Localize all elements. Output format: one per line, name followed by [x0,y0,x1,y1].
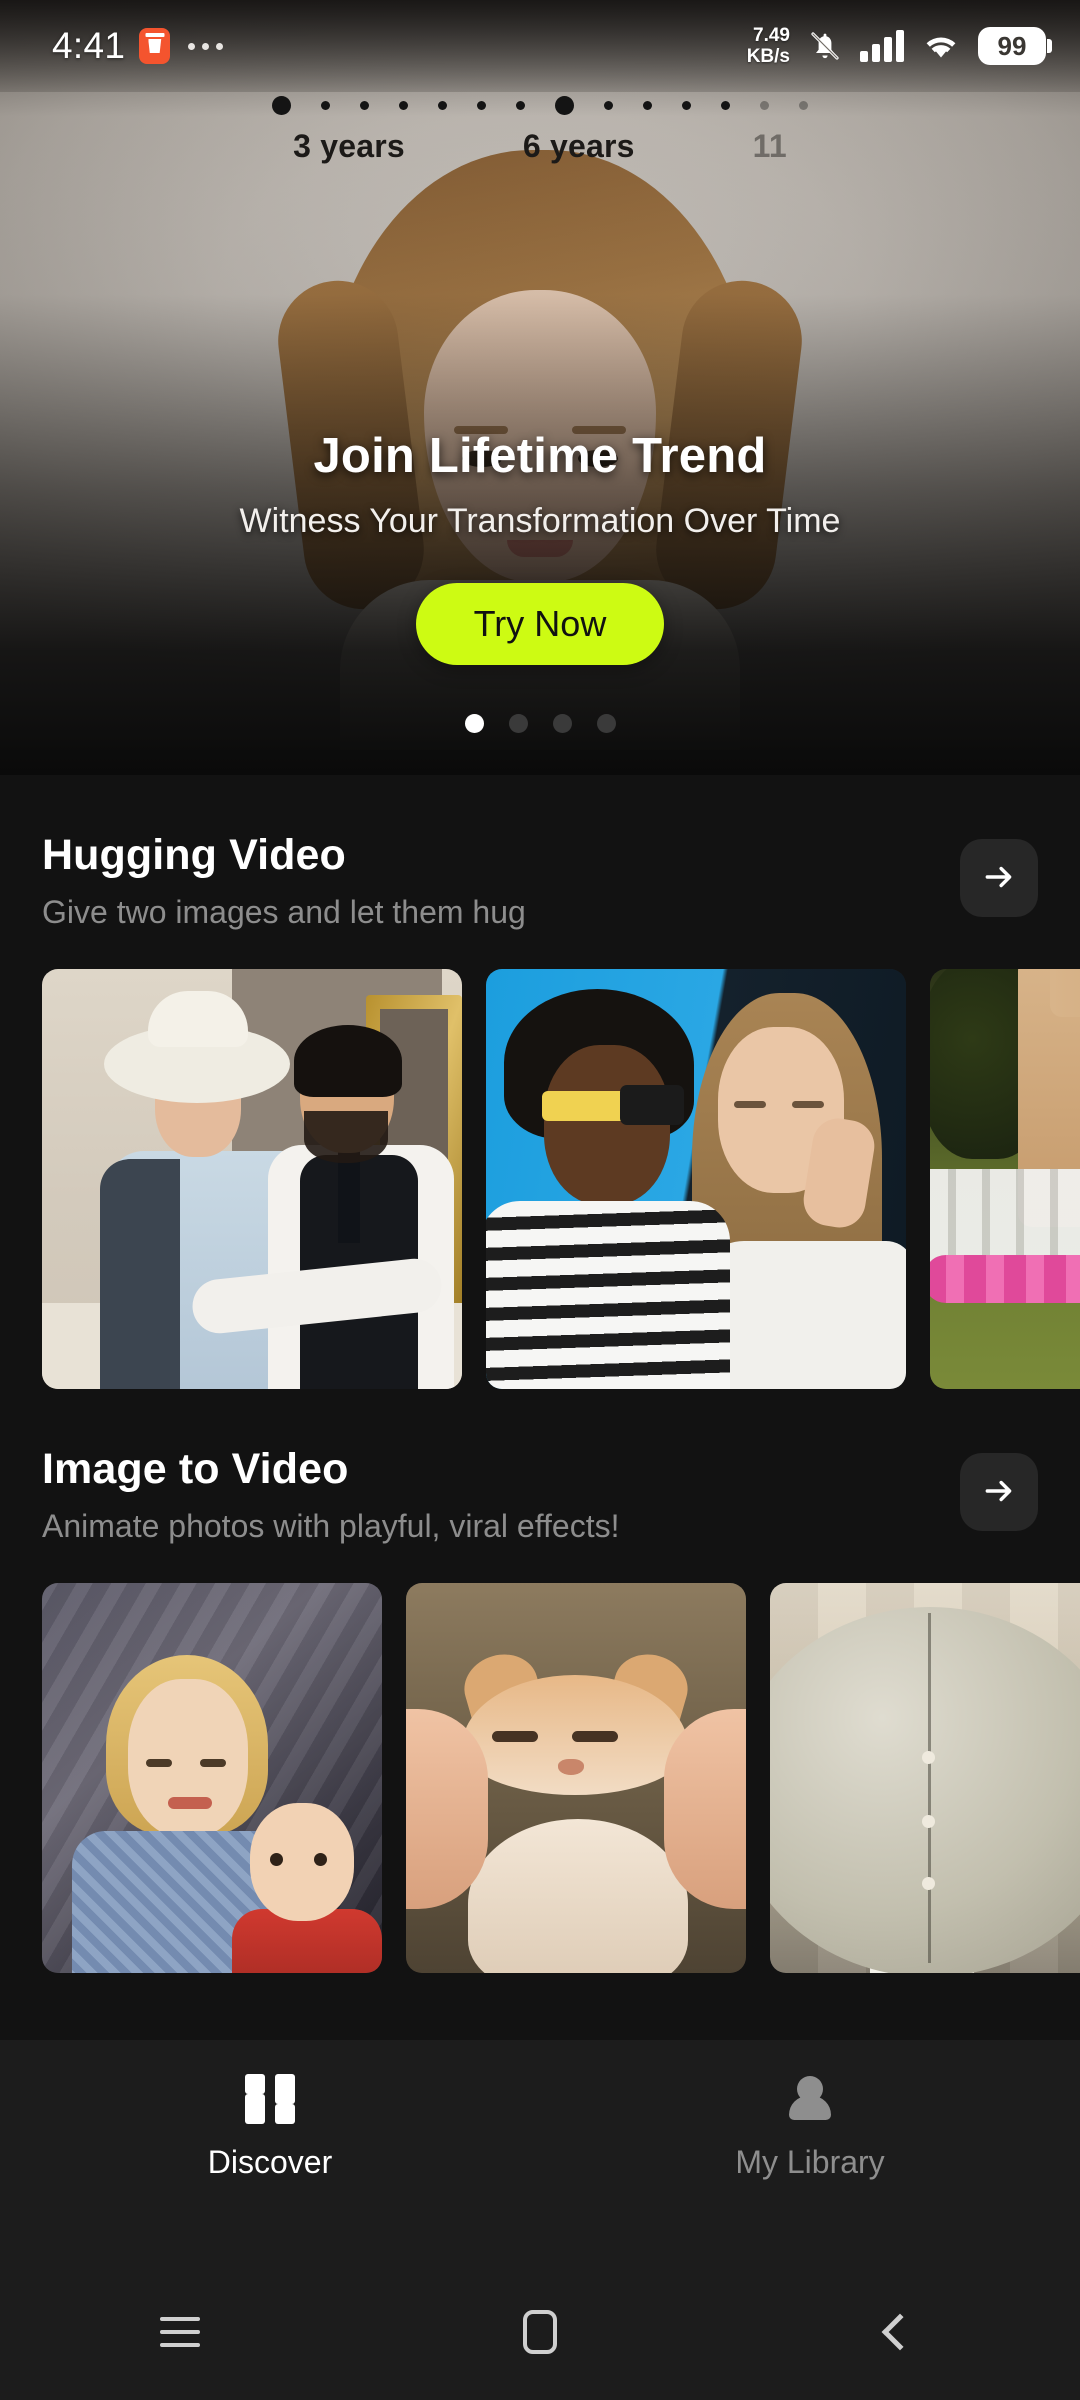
hug-card-2-thumbnail [486,969,906,1389]
recents-icon [160,2317,200,2347]
carousel-dot-1[interactable] [464,714,484,733]
section-hugging-video: Hugging Video Give two images and let th… [0,775,1080,1389]
grid-icon [245,2074,295,2124]
carousel-dot-3[interactable] [552,714,572,733]
app-screen: 3 years 6 years 11 Join Lifetime Trend W… [0,0,1080,2400]
network-speed-value: 7.49 [753,25,790,46]
wifi-icon [921,31,961,61]
try-now-button[interactable]: Try Now [415,583,665,665]
hero-subtitle: Witness Your Transformation Over Time [239,502,841,540]
back-icon [881,2313,919,2351]
list-item[interactable] [770,1583,1080,1973]
back-button[interactable] [720,2313,1080,2351]
arrow-right-icon [982,860,1016,897]
hugging-video-carousel[interactable] [0,931,1080,1389]
carousel-dot-4[interactable] [596,714,616,733]
network-speed-indicator: 7.49 KB/s [747,25,790,67]
more-dots-icon [188,42,224,50]
tab-discover-label: Discover [207,2144,333,2180]
tab-my-library[interactable]: My Library [540,2074,1080,2181]
bell-muted-icon [807,28,843,64]
status-bar: 4:41 7.49 KB/s 99 [0,0,1080,92]
home-button[interactable] [360,2310,720,2354]
section-arrow-button-hugging-video[interactable] [960,839,1038,917]
hero-carousel-indicator[interactable] [0,714,1080,733]
hug-card-3-thumbnail [930,969,1080,1389]
hero-title: Join Lifetime Trend [313,429,767,483]
section-arrow-button-image-to-video[interactable] [960,1453,1038,1531]
list-item[interactable] [930,969,1080,1389]
tab-my-library-label: My Library [735,2144,885,2180]
network-speed-unit: KB/s [746,46,790,67]
list-item[interactable] [486,969,906,1389]
list-item[interactable] [406,1583,746,1973]
hug-card-1-thumbnail [42,969,462,1389]
carousel-dot-2[interactable] [508,714,528,733]
trash-icon [139,28,171,64]
bottom-tab-bar: Discover My Library [0,2040,1080,2264]
section-subtitle: Animate photos with playful, viral effec… [42,1508,620,1544]
image-to-video-carousel[interactable] [0,1545,1080,1973]
i2v-card-1-thumbnail [42,1583,382,1973]
home-icon [523,2310,557,2354]
list-item[interactable] [42,1583,382,1973]
arrow-right-icon [982,1474,1016,1511]
list-item[interactable] [42,969,462,1389]
i2v-card-2-thumbnail [406,1583,746,1973]
section-subtitle: Give two images and let them hug [42,894,526,930]
battery-indicator: 99 [978,27,1052,65]
android-navigation-bar [0,2264,1080,2400]
section-title: Image to Video [42,1445,349,1493]
section-image-to-video: Image to Video Animate photos with playf… [0,1389,1080,1973]
person-icon [785,2074,835,2124]
status-clock: 4:41 [52,25,126,66]
cellular-signal-icon [860,30,904,62]
hero-banner[interactable]: 3 years 6 years 11 Join Lifetime Trend W… [0,0,1080,775]
section-title: Hugging Video [42,831,346,879]
tab-discover[interactable]: Discover [0,2074,540,2181]
recents-button[interactable] [0,2317,360,2347]
i2v-card-3-thumbnail [770,1583,1080,1973]
